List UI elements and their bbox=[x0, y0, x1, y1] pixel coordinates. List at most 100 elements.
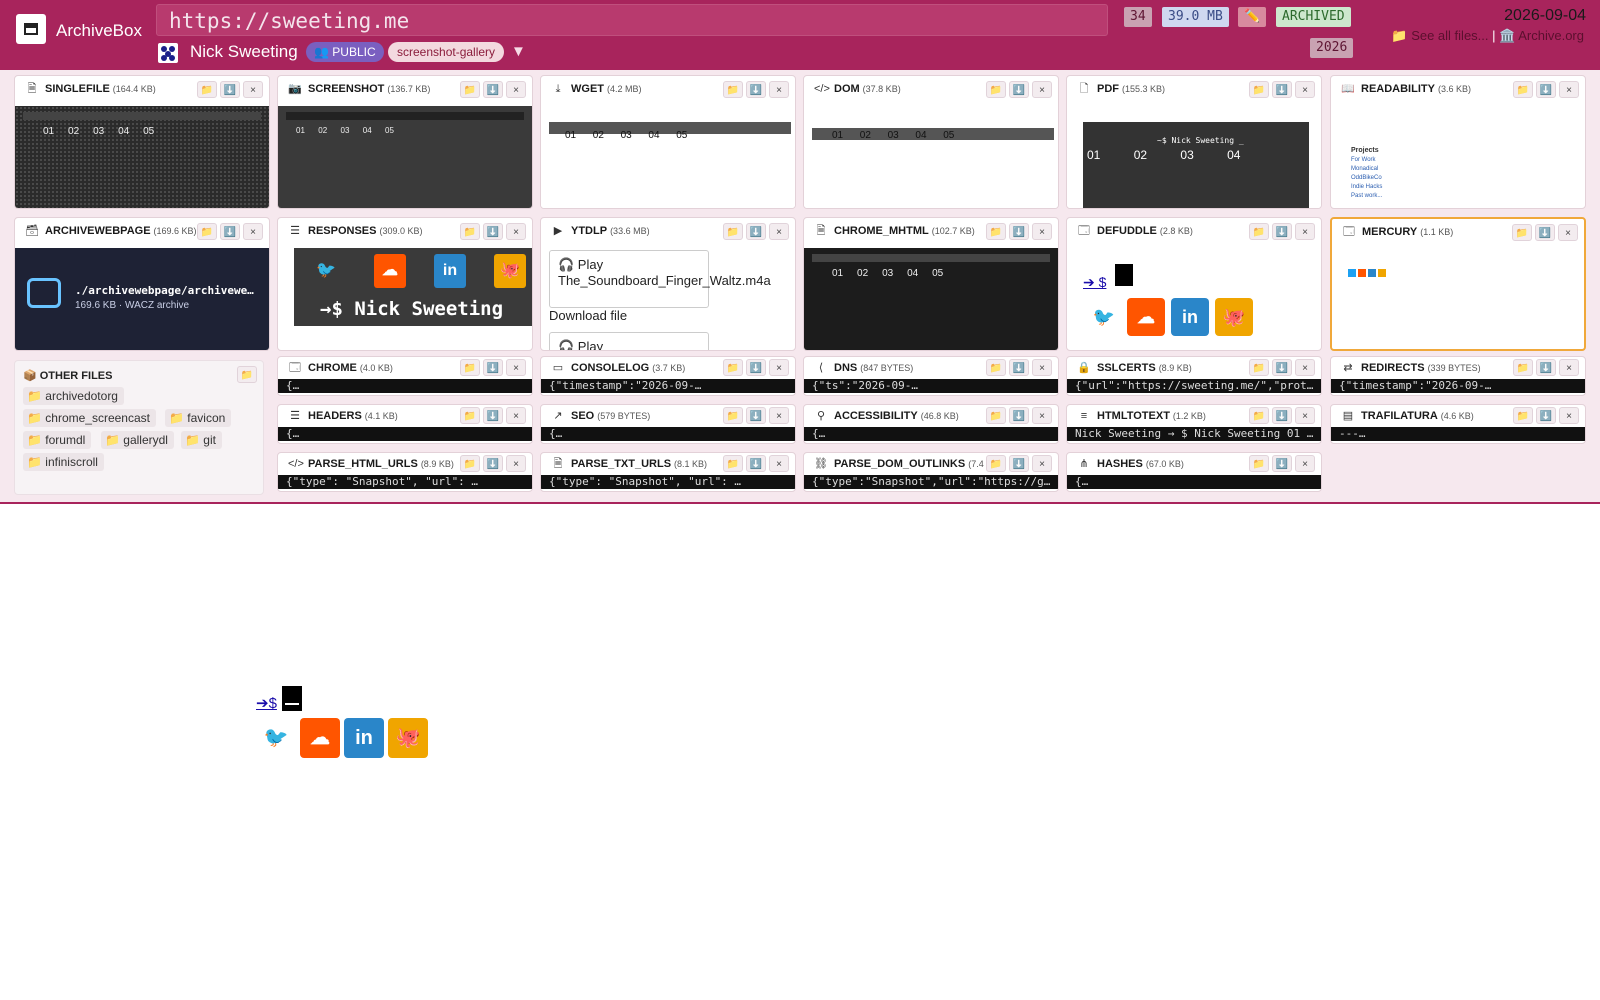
site-title[interactable]: Nick Sweeting bbox=[190, 42, 298, 62]
folder-button[interactable]: 📁 bbox=[986, 455, 1006, 472]
card-dns[interactable]: ⟨ DNS (847 BYTES) 📁 ⬇️ × {"ts":"2026-09-… bbox=[803, 356, 1059, 396]
download-button[interactable]: ⬇️ bbox=[746, 81, 766, 98]
close-button[interactable]: × bbox=[243, 223, 263, 240]
download-button[interactable]: ⬇️ bbox=[1009, 359, 1029, 376]
wget-preview[interactable]: 01 02 03 04 05 bbox=[541, 106, 795, 208]
download-button[interactable]: ⬇️ bbox=[220, 223, 240, 240]
close-button[interactable]: × bbox=[1558, 224, 1578, 241]
folder-chip[interactable]: 📁 archivedotorg bbox=[23, 387, 124, 405]
close-button[interactable]: × bbox=[1032, 455, 1052, 472]
download-button[interactable]: ⬇️ bbox=[1272, 359, 1292, 376]
folder-button[interactable]: 📁 bbox=[1513, 359, 1533, 376]
folder-chip[interactable]: 📁 favicon bbox=[165, 409, 232, 427]
code-snippet[interactable]: {… bbox=[1067, 475, 1321, 489]
ytdlp-preview[interactable]: 🎧 Play The_Soundboard_Finger_Waltz.m4a D… bbox=[541, 248, 795, 350]
close-button[interactable]: × bbox=[1559, 407, 1579, 424]
folder-button[interactable]: 📁 bbox=[460, 81, 480, 98]
dom-preview[interactable]: 01 02 03 04 05 bbox=[804, 106, 1058, 208]
folder-button[interactable]: 📁 bbox=[1249, 407, 1269, 424]
code-snippet[interactable]: {"timestamp":"2026-09-… bbox=[1331, 379, 1585, 393]
code-snippet[interactable]: {"type":"Snapshot","url":"https://g… bbox=[804, 475, 1058, 489]
code-snippet[interactable]: {… bbox=[278, 427, 532, 441]
archivebox-logo-icon[interactable] bbox=[16, 14, 46, 44]
audio-player[interactable]: 🎧 Play The_Soundboard_Finger_Waltz.m4a bbox=[549, 250, 771, 308]
download-button[interactable]: ⬇️ bbox=[1009, 455, 1029, 472]
card-seo[interactable]: ↗ SEO (579 BYTES) 📁 ⬇️ × {… bbox=[540, 404, 796, 444]
download-button[interactable]: ⬇️ bbox=[483, 81, 503, 98]
close-button[interactable]: × bbox=[506, 359, 526, 376]
twitter-icon[interactable]: 🐦 bbox=[1085, 298, 1123, 336]
code-snippet[interactable]: {"timestamp":"2026-09-… bbox=[541, 379, 795, 393]
mercury-preview[interactable] bbox=[1332, 249, 1584, 349]
folder-button[interactable]: 📁 bbox=[460, 407, 480, 424]
code-snippet[interactable]: {"type": "Snapshot", "url": … bbox=[541, 475, 795, 489]
readability-link[interactable]: OddBikeCo bbox=[1351, 174, 1382, 183]
card-mercury[interactable]: 🗔 MERCURY (1.1 KB) 📁 ⬇️ × bbox=[1330, 217, 1586, 351]
download-button[interactable]: ⬇️ bbox=[1272, 407, 1292, 424]
download-button[interactable]: ⬇️ bbox=[1272, 223, 1292, 240]
singlefile-preview[interactable]: 01 02 03 04 05 bbox=[15, 106, 269, 208]
close-button[interactable]: × bbox=[769, 455, 789, 472]
close-button[interactable]: × bbox=[769, 359, 789, 376]
folder-chip[interactable]: 📁 git bbox=[181, 431, 222, 449]
close-button[interactable]: × bbox=[1032, 81, 1052, 98]
code-snippet[interactable]: {"url":"https://sweeting.me/","prot… bbox=[1067, 379, 1321, 393]
close-button[interactable]: × bbox=[1032, 359, 1052, 376]
card-readability[interactable]: 📖 READABILITY (3.6 KB) 📁 ⬇️ × Projects For … bbox=[1330, 75, 1586, 209]
code-snippet[interactable]: {"ts":"2026-09-… bbox=[804, 379, 1058, 393]
soundcloud-icon[interactable]: ☁ bbox=[300, 718, 340, 758]
folder-chip[interactable]: 📁 infiniscroll bbox=[23, 453, 104, 471]
download-button[interactable]: ⬇️ bbox=[483, 359, 503, 376]
defuddle-prompt-link[interactable]: ➔ $ bbox=[1083, 274, 1106, 291]
card-consolelog[interactable]: ▭ CONSOLELOG (3.7 KB) 📁 ⬇️ × {"timestamp":"202… bbox=[540, 356, 796, 396]
card-chrome-mhtml[interactable]: 🗎 CHROME_MHTML (102.7 KB) 📁 ⬇️ × 01 02 03 0… bbox=[803, 217, 1059, 351]
folder-button[interactable]: 📁 bbox=[986, 359, 1006, 376]
close-button[interactable]: × bbox=[506, 455, 526, 472]
folder-button[interactable]: 📁 bbox=[986, 81, 1006, 98]
screenshot-preview[interactable]: 01 02 03 04 05 bbox=[278, 106, 532, 208]
download-button[interactable]: ⬇️ bbox=[483, 223, 503, 240]
close-button[interactable]: × bbox=[769, 223, 789, 240]
wacz-preview[interactable]: ./archivewebpage/archivewe… 169.6 KB · W… bbox=[15, 248, 269, 350]
readability-link[interactable]: Indie Hacks bbox=[1351, 183, 1382, 192]
card-accessibility[interactable]: ⚲ ACCESSIBILITY (46.8 KB) 📁 ⬇️ × {… bbox=[803, 404, 1059, 444]
folder-button[interactable]: 📁 bbox=[197, 81, 217, 98]
code-snippet[interactable]: {… bbox=[804, 427, 1058, 441]
visibility-badge[interactable]: 👥 PUBLIC bbox=[306, 42, 384, 62]
folder-button[interactable]: 📁 bbox=[723, 359, 743, 376]
github-icon[interactable]: 🐙 bbox=[388, 718, 428, 758]
close-button[interactable]: × bbox=[769, 407, 789, 424]
folder-button[interactable]: 📁 bbox=[460, 455, 480, 472]
readability-link[interactable]: Monadical bbox=[1351, 165, 1382, 174]
card-singlefile[interactable]: 🗎 SINGLEFILE (164.4 KB) 📁 ⬇️ × 01 02 03 04 … bbox=[14, 75, 270, 209]
card-dom[interactable]: </> DOM (37.8 KB) 📁 ⬇️ × 01 02 03 04 05 bbox=[803, 75, 1059, 209]
download-button[interactable]: ⬇️ bbox=[1272, 81, 1292, 98]
folder-chip[interactable]: 📁 forumdl bbox=[23, 431, 92, 449]
download-button[interactable]: ⬇️ bbox=[220, 81, 240, 98]
code-snippet[interactable]: {… bbox=[278, 379, 532, 393]
download-button[interactable]: ⬇️ bbox=[1009, 407, 1029, 424]
card-hashes[interactable]: ⋔ HASHES (67.0 KB) 📁 ⬇️ × {… bbox=[1066, 452, 1322, 492]
download-button[interactable]: ⬇️ bbox=[1009, 223, 1029, 240]
card-sslcerts[interactable]: 🔒 SSLCERTS (8.9 KB) 📁 ⬇️ × {"url":"https://swe… bbox=[1066, 356, 1322, 396]
close-button[interactable]: × bbox=[1032, 223, 1052, 240]
close-button[interactable]: × bbox=[1032, 407, 1052, 424]
tag-badge[interactable]: screenshot-gallery bbox=[388, 42, 505, 62]
card-archivewebpage[interactable]: 🗃 ARCHIVEWEBPAGE (169.6 KB) 📁 ⬇️ × ./archiv… bbox=[14, 217, 270, 351]
card-parse-txt-urls[interactable]: 🗎 PARSE_TXT_URLS (8.1 KB) 📁 ⬇️ × {"type": "Sna… bbox=[540, 452, 796, 492]
close-button[interactable]: × bbox=[506, 223, 526, 240]
download-button[interactable]: ⬇️ bbox=[746, 359, 766, 376]
card-defuddle[interactable]: 🗔 DEFUDDLE (2.8 KB) 📁 ⬇️ × ➔ $ 🐦 ☁ in 🐙 bbox=[1066, 217, 1322, 351]
card-ytdlp[interactable]: ▶ YTDLP (33.6 MB) 📁 ⬇️ × 🎧 Play The_Soundbo… bbox=[540, 217, 796, 351]
close-button[interactable]: × bbox=[769, 81, 789, 98]
download-button[interactable]: ⬇️ bbox=[746, 407, 766, 424]
download-button[interactable]: ⬇️ bbox=[1536, 359, 1556, 376]
folder-button[interactable]: 📁 bbox=[723, 223, 743, 240]
app-name[interactable]: ArchiveBox bbox=[56, 21, 142, 41]
card-parse-dom-outlinks[interactable]: ⛓ PARSE_DOM_OUTLINKS (7.4 KB) 📁 ⬇️ × {"type":"… bbox=[803, 452, 1059, 492]
close-button[interactable]: × bbox=[506, 407, 526, 424]
close-button[interactable]: × bbox=[1295, 81, 1315, 98]
card-responses[interactable]: ☰ RESPONSES (309.0 KB) 📁 ⬇️ × 🐦 ☁ in 🐙 →$ N… bbox=[277, 217, 533, 351]
code-snippet[interactable]: {… bbox=[541, 427, 795, 441]
folder-button[interactable]: 📁 bbox=[460, 223, 480, 240]
